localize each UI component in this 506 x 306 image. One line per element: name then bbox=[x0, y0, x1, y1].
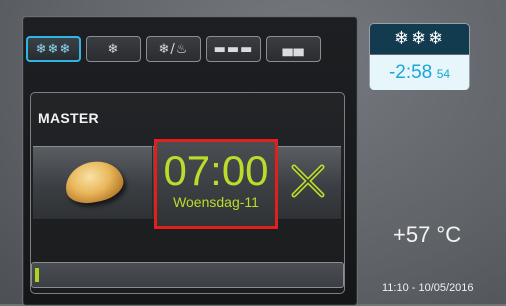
snowflake-thaw-icon: ❄/♨ bbox=[158, 41, 189, 57]
end-time-value: 07:00 bbox=[163, 147, 269, 194]
mode-tab-deep-freeze[interactable]: ❄❄❄ bbox=[26, 36, 81, 62]
cancel-program-button[interactable] bbox=[283, 150, 333, 212]
bread-roll-icon bbox=[61, 156, 127, 208]
snowflake-icon: ❄ bbox=[107, 41, 120, 57]
mode-tab-freeze-thaw[interactable]: ❄/♨ bbox=[146, 36, 201, 62]
master-label: MASTER bbox=[38, 110, 99, 126]
bread-tray-icon: ▬▬▬ bbox=[213, 41, 254, 57]
bread-product-button[interactable] bbox=[36, 146, 153, 218]
three-snowflakes-icon: ❄❄❄ bbox=[370, 24, 469, 54]
freezer-timer: -2:58 54 bbox=[370, 55, 469, 90]
freezer-status-box: ❄❄❄ -2:58 54 bbox=[369, 23, 470, 90]
freezer-timer-main: -2:58 bbox=[388, 62, 433, 83]
cycle-progress-fill bbox=[35, 268, 39, 282]
loaf-icon: ▄▄ bbox=[282, 41, 305, 57]
freezer-timer-seconds: 54 bbox=[436, 67, 451, 81]
date-time-readout: 11:10 - 10/05/2016 bbox=[382, 282, 474, 294]
mode-tab-freeze[interactable]: ❄ bbox=[86, 36, 141, 62]
mode-tab-proof[interactable]: ▬▬▬ bbox=[206, 36, 261, 62]
cycle-progress-bar bbox=[31, 262, 344, 288]
close-icon bbox=[291, 164, 325, 198]
mode-tab-bake[interactable]: ▄▄ bbox=[266, 36, 321, 62]
end-day-label: Woensdag-11 bbox=[173, 194, 259, 210]
end-time-button[interactable]: 07:00 Woensdag-11 bbox=[154, 139, 278, 229]
mode-tab-bar: ❄❄❄ ❄ ❄/♨ ▬▬▬ ▄▄ bbox=[26, 36, 321, 62]
three-snowflakes-icon: ❄❄❄ bbox=[35, 41, 72, 57]
temperature-readout: +57 °C bbox=[393, 222, 462, 247]
